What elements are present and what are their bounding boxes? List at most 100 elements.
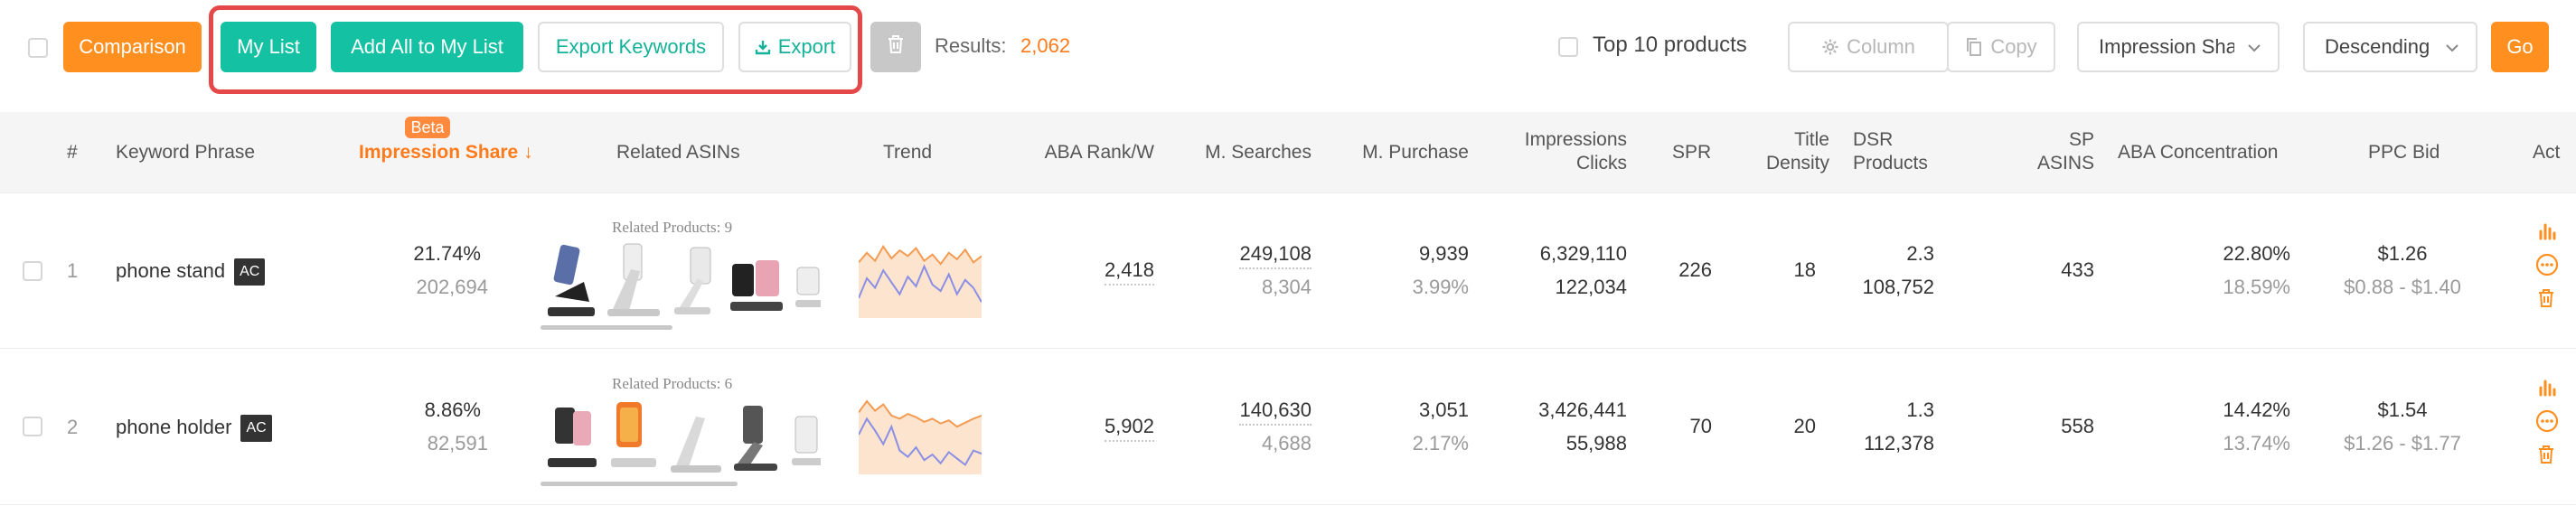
sort-arrow-icon: ↓	[523, 142, 533, 163]
trash-icon[interactable]	[2536, 444, 2556, 465]
header-ppc-bid[interactable]: PPC Bid	[2368, 141, 2440, 164]
sp-asins-value: 433	[2061, 258, 2094, 281]
ac-badge: AC	[240, 415, 272, 442]
header-aba-rank[interactable]: ABA Rank/W	[1045, 141, 1154, 164]
header-title: Title	[1794, 129, 1829, 150]
product-thumbnail[interactable]	[542, 242, 602, 322]
product-thumbnail[interactable]	[788, 398, 821, 478]
products-scrollbar[interactable]	[541, 482, 738, 486]
add-all-button-label: Add All to My List	[351, 35, 503, 58]
header-asins: ASINS	[2036, 153, 2094, 173]
m-purchase-rate-value: 3.99%	[1412, 276, 1469, 298]
spr-value: 70	[1689, 415, 1712, 437]
export-keywords-button[interactable]: Export Keywords	[538, 22, 724, 72]
header-density: Density	[1765, 153, 1829, 173]
header-impression-share-label: Impression Share	[359, 142, 519, 163]
keyword-cell[interactable]: phone stand AC	[116, 258, 266, 286]
table-row: 2 phone holder AC 8.86% 82,591 Related Pr…	[0, 350, 2576, 505]
keyword-cell[interactable]: phone holder AC	[116, 415, 272, 442]
product-thumbnail[interactable]	[727, 398, 786, 478]
go-button-label: Go	[2506, 35, 2534, 58]
copy-button-label: Copy	[1990, 35, 2037, 58]
export-keywords-button-label: Export Keywords	[555, 35, 707, 58]
header-m-searches[interactable]: M. Searches	[1205, 141, 1312, 164]
header-dsr-products[interactable]: DSR Products	[1853, 128, 1928, 175]
export-button[interactable]: Export	[738, 22, 851, 72]
sort-order-value: Descending	[2325, 35, 2430, 58]
header-m-purchase[interactable]: M. Purchase	[1362, 141, 1469, 164]
copy-icon	[1965, 37, 1983, 57]
product-thumbnail[interactable]	[542, 398, 602, 478]
copy-button[interactable]: Copy	[1947, 22, 2055, 72]
column-button-label: Column	[1847, 35, 1915, 58]
product-thumbnail[interactable]	[604, 398, 663, 478]
row-index: 1	[67, 259, 79, 282]
trend-chart	[859, 399, 982, 474]
m-searches-sub-value: 8,304	[1261, 276, 1312, 298]
row-checkbox[interactable]	[23, 261, 42, 281]
bar-chart-icon[interactable]	[2536, 377, 2558, 398]
add-all-to-my-list-button[interactable]: Add All to My List	[331, 22, 523, 72]
header-impression-share[interactable]: Impression Share ↓	[359, 141, 533, 164]
more-icon[interactable]	[2535, 253, 2559, 276]
more-icon[interactable]	[2535, 409, 2559, 433]
header-sp-asins[interactable]: SP ASINS	[2037, 128, 2094, 175]
clicks-value: 55,988	[1565, 432, 1627, 454]
gear-icon	[1821, 38, 1839, 56]
ac-badge: AC	[234, 258, 266, 286]
sort-field-select[interactable]: Impression Share	[2077, 22, 2280, 72]
m-purchase-value: 3,051	[1418, 398, 1469, 421]
header-aba-concentration[interactable]: ABA Concentration	[2118, 141, 2278, 164]
keyword-text: phone stand	[116, 259, 226, 282]
header-spr[interactable]: SPR	[1672, 141, 1711, 164]
bar-chart-icon[interactable]	[2536, 220, 2558, 242]
m-searches-sub-value: 4,688	[1261, 432, 1312, 454]
aba-rank-value: 2,418	[1104, 258, 1154, 286]
delete-button[interactable]	[870, 22, 921, 72]
comparison-button[interactable]: Comparison	[63, 22, 202, 72]
product-thumbnail[interactable]	[665, 242, 725, 322]
products-scrollbar[interactable]	[541, 325, 672, 330]
related-products-label: Related Products: 9	[612, 219, 733, 236]
product-thumbnail[interactable]	[788, 242, 821, 322]
spr-value: 226	[1678, 258, 1712, 281]
header-index: #	[67, 142, 78, 163]
header-sp: SP	[2068, 129, 2094, 150]
sp-asins-value: 558	[2061, 415, 2094, 437]
related-products-strip[interactable]	[541, 240, 821, 323]
impression-share-value: 21.74%	[413, 242, 481, 265]
title-density-value: 18	[1793, 258, 1816, 281]
header-trend: Trend	[883, 142, 933, 163]
select-all-checkbox[interactable]	[28, 38, 48, 58]
ppc-bid-value: $1.26	[2377, 242, 2428, 265]
product-thumbnail[interactable]	[665, 398, 725, 478]
column-button[interactable]: Column	[1788, 22, 1949, 72]
comparison-button-label: Comparison	[79, 35, 186, 58]
trash-icon[interactable]	[2536, 287, 2556, 309]
header-impressions-clicks[interactable]: Impressions Clicks	[1525, 128, 1627, 175]
row-checkbox[interactable]	[23, 417, 42, 436]
related-products-strip[interactable]	[541, 397, 821, 480]
my-list-button[interactable]: My List	[221, 22, 316, 72]
header-dsr: DSR	[1853, 129, 1894, 150]
top10-checkbox[interactable]	[1558, 37, 1578, 57]
m-searches-value: 140,630	[1239, 398, 1312, 426]
results-label: Results:	[935, 34, 1007, 57]
ppc-range-value: $1.26 - $1.77	[2344, 432, 2461, 454]
sort-field-value: Impression Share	[2099, 35, 2234, 58]
trash-icon	[887, 34, 905, 60]
export-button-label: Export	[777, 35, 836, 58]
chevron-down-icon	[2245, 39, 2263, 62]
product-thumbnail[interactable]	[727, 242, 786, 322]
toolbar: Comparison My List Add All to My List Ex…	[0, 0, 2576, 112]
aba-concentration-sub-value: 13.74%	[2223, 432, 2290, 454]
m-searches-value: 249,108	[1239, 242, 1312, 269]
impression-count-value: 82,591	[427, 432, 488, 454]
header-title-density[interactable]: Title Density	[1766, 128, 1829, 175]
ppc-range-value: $0.88 - $1.40	[2344, 276, 2461, 298]
product-thumbnail[interactable]	[604, 242, 663, 322]
dsr-value: 2.3	[1906, 242, 1934, 265]
sort-order-select[interactable]: Descending	[2303, 22, 2477, 72]
go-button[interactable]: Go	[2491, 22, 2549, 72]
header-keyword[interactable]: Keyword Phrase	[116, 141, 255, 164]
